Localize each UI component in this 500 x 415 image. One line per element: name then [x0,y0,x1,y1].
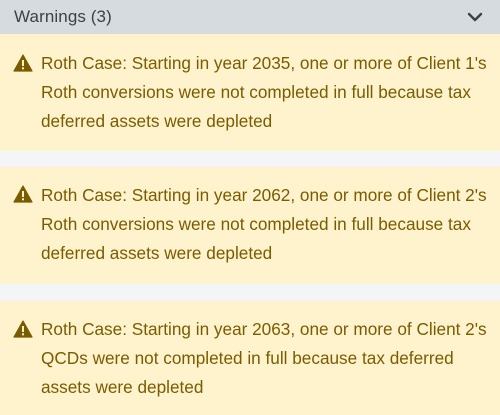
warning-message: Roth Case: Starting in year 2063, one or… [41,319,487,397]
warning-item: Roth Case: Starting in year 2062, one or… [0,167,500,284]
warning-triangle-icon [13,320,33,338]
warning-item: Roth Case: Starting in year 2063, one or… [0,301,500,415]
warnings-panel: Warnings (3) Roth Case: Starting in year… [0,0,500,415]
warnings-title: Warnings (3) [14,7,112,26]
warning-triangle-icon [13,185,33,203]
warning-message: Roth Case: Starting in year 2062, one or… [41,185,487,263]
warning-triangle-icon [13,54,33,72]
chevron-down-icon[interactable] [466,8,484,26]
warning-item: Roth Case: Starting in year 2035, one or… [0,34,500,151]
warning-message: Roth Case: Starting in year 2035, one or… [41,53,487,131]
warnings-header[interactable]: Warnings (3) [0,0,500,34]
